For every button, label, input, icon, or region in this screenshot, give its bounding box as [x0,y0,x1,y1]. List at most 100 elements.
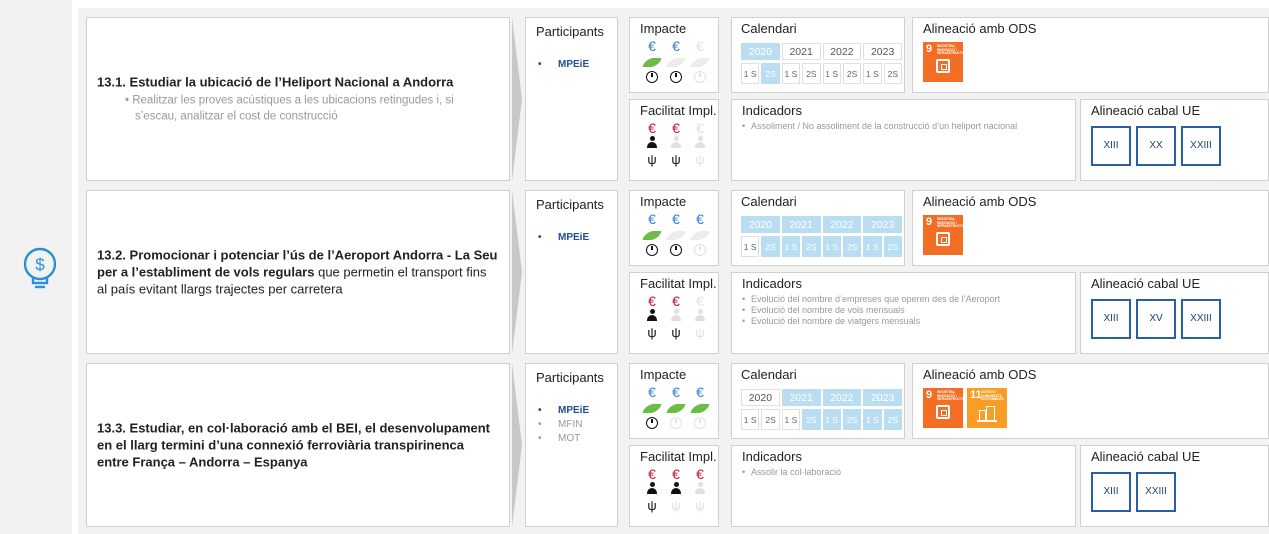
euro-icon: € [648,384,656,400]
person-icon [670,482,682,495]
leaf-icon [642,58,662,67]
calendar-semester: 2S [842,409,862,430]
eu-chapter-box: XXIII [1181,299,1221,339]
indicador-item: Assoliment / No assoliment de la constru… [742,121,1075,132]
cube-icon [936,59,950,73]
calendar-semester: 2S [802,63,821,84]
eu-chapter-box: XXIII [1181,126,1221,166]
eu-chapters: XIII XXIII [1091,472,1268,512]
indicador-item: Evolució del nombre de vols mensuals [742,305,1075,316]
indicadors-box: Indicadors Assolir la col·laboració [731,445,1076,527]
calendari-label: Calendari [741,194,797,209]
stopwatch-icon [670,244,682,256]
tool-icon: ψ [671,498,681,513]
impacte-box: Impacte € € € [629,363,719,439]
calendar-year: 2021 [781,43,821,60]
indicador-item: Evolució del nombre d’empreses que opere… [742,294,1075,305]
calendar-semester: 2S [802,409,821,430]
ods-box: Alineació amb ODS 9 INDÚSTRIA, INNOVACIÓ I… [912,190,1269,266]
calendar-years: 2020 2021 2022 2023 [741,389,904,406]
participant-item: MPEiE [536,404,607,418]
facilitat-box: Facilitat Impl. € € € ψ ψ ψ [629,445,719,527]
indicador-item: Assolir la col·laboració [742,467,1075,478]
sdg-number: 9 [926,216,933,228]
person-slot [640,482,664,498]
person-slot [640,136,664,152]
action-title-bold: 13.3. Estudiar, en col·laboració amb el … [97,420,491,470]
calendar-year: 2023 [863,389,902,406]
calendar-semester: 2S [761,63,780,84]
stopwatch-icon [646,244,658,256]
action-title-box: 13.2. Promocionar i potenciar l’ús de l’… [86,190,510,354]
calendari-label: Calendari [741,21,797,36]
sdg-number: 9 [926,389,933,401]
calendar-semester: 2S [842,63,862,84]
sdg-11-badge: 11 CIUTATS I COMUNITATS SOSTENIBLES [967,388,1007,428]
leaf-slot [640,54,664,70]
impacte-euro-row: € € € [640,38,718,54]
impacte-icons: € € € [640,211,718,259]
tool-icon: ψ [695,498,705,513]
calendar-semesters: 1 S 2S 1 S 2S 1 S 2S 1 S 2S [741,236,904,257]
tool-icon: ψ [647,152,657,167]
facilitat-icons: € € € ψ ψ ψ [640,466,718,514]
person-slot [688,309,712,325]
euro-icon: € [696,38,704,54]
ods-badges: 9 INDÚSTRIA, INNOVACIÓ I INFRAESTRUCTURA 1… [923,388,1268,428]
eu-alignment-box: Alineació cabal UE XIII XX XXIII [1080,99,1269,181]
eu-chapter-box: XX [1136,126,1176,166]
chevron-right-icon [512,17,522,181]
clock-slot [664,243,688,259]
person-icon [670,309,682,322]
sdg-title: INDÚSTRIA, INNOVACIÓ I INFRAESTRUCTURA [937,44,969,56]
impacte-label: Impacte [640,194,687,209]
calendar-years: 2020 2021 2022 2023 [741,43,904,60]
participants-list: MPEiEMFINMOT [536,404,607,446]
facilitat-person-row [640,482,718,498]
leaf-icon [690,58,710,67]
page: $ 13.1. Estudiar la ubicació de l’Helipo… [0,0,1269,534]
leaf-icon [690,404,710,413]
calendar-year: 2023 [863,216,902,233]
participant-item: MPEiE [536,58,607,72]
stopwatch-icon [646,417,658,429]
facilitat-person-row [640,136,718,152]
person-icon [670,136,682,149]
facilitat-tool-row: ψψψ [640,325,718,341]
calendar-semester: 1 S [741,63,760,84]
impacte-euro-row: € € € [640,384,718,400]
cube-icon [936,405,950,419]
person-slot [640,309,664,325]
eu-alignment-box: Alineació cabal UE XIII XXIII [1080,445,1269,527]
action-title-bold: 13.1. Estudiar la ubicació de l’Heliport… [97,74,454,90]
city-icon [977,406,997,422]
calendar-semester: 2S [842,236,862,257]
stopwatch-icon [670,71,682,83]
eu-chapters: XIII XX XXIII [1091,126,1268,166]
leaf-slot [664,227,688,243]
euro-icon: € [648,211,656,227]
calendari-box: Calendari 2020 2021 2022 2023 1 S 2S 1 S 2S 1 S 2S… [731,363,905,439]
clock-slot [688,416,712,432]
impacte-leaf-row [640,54,718,70]
leaf-slot [640,400,664,416]
eu-chapter-box: XV [1136,299,1176,339]
calendar-semesters: 1 S 2S 1 S 2S 1 S 2S 1 S 2S [741,63,904,84]
impacte-clock-row [640,416,718,432]
eu-chapters: XIII XV XXIII [1091,299,1268,339]
calendar-semester: 2S [883,409,902,430]
sdg-title: INDÚSTRIA, INNOVACIÓ I INFRAESTRUCTURA [937,390,969,402]
person-icon [694,482,706,495]
sdg-title: INDÚSTRIA, INNOVACIÓ I INFRAESTRUCTURA [937,217,969,229]
stopwatch-icon [670,417,682,429]
euro-icon: € [696,120,704,136]
calendari-label: Calendari [741,367,797,382]
eu-chapter-box: XIII [1091,126,1131,166]
indicadors-label: Indicadors [742,449,802,464]
calendar-semesters: 1 S 2S 1 S 2S 1 S 2S 1 S 2S [741,409,904,430]
tool-icon: ψ [671,325,681,340]
euro-icon: € [648,293,656,309]
facilitat-euro-row: € € € [640,293,718,309]
facilitat-label: Facilitat Impl. [640,276,717,291]
facilitat-label: Facilitat Impl. [640,449,717,464]
